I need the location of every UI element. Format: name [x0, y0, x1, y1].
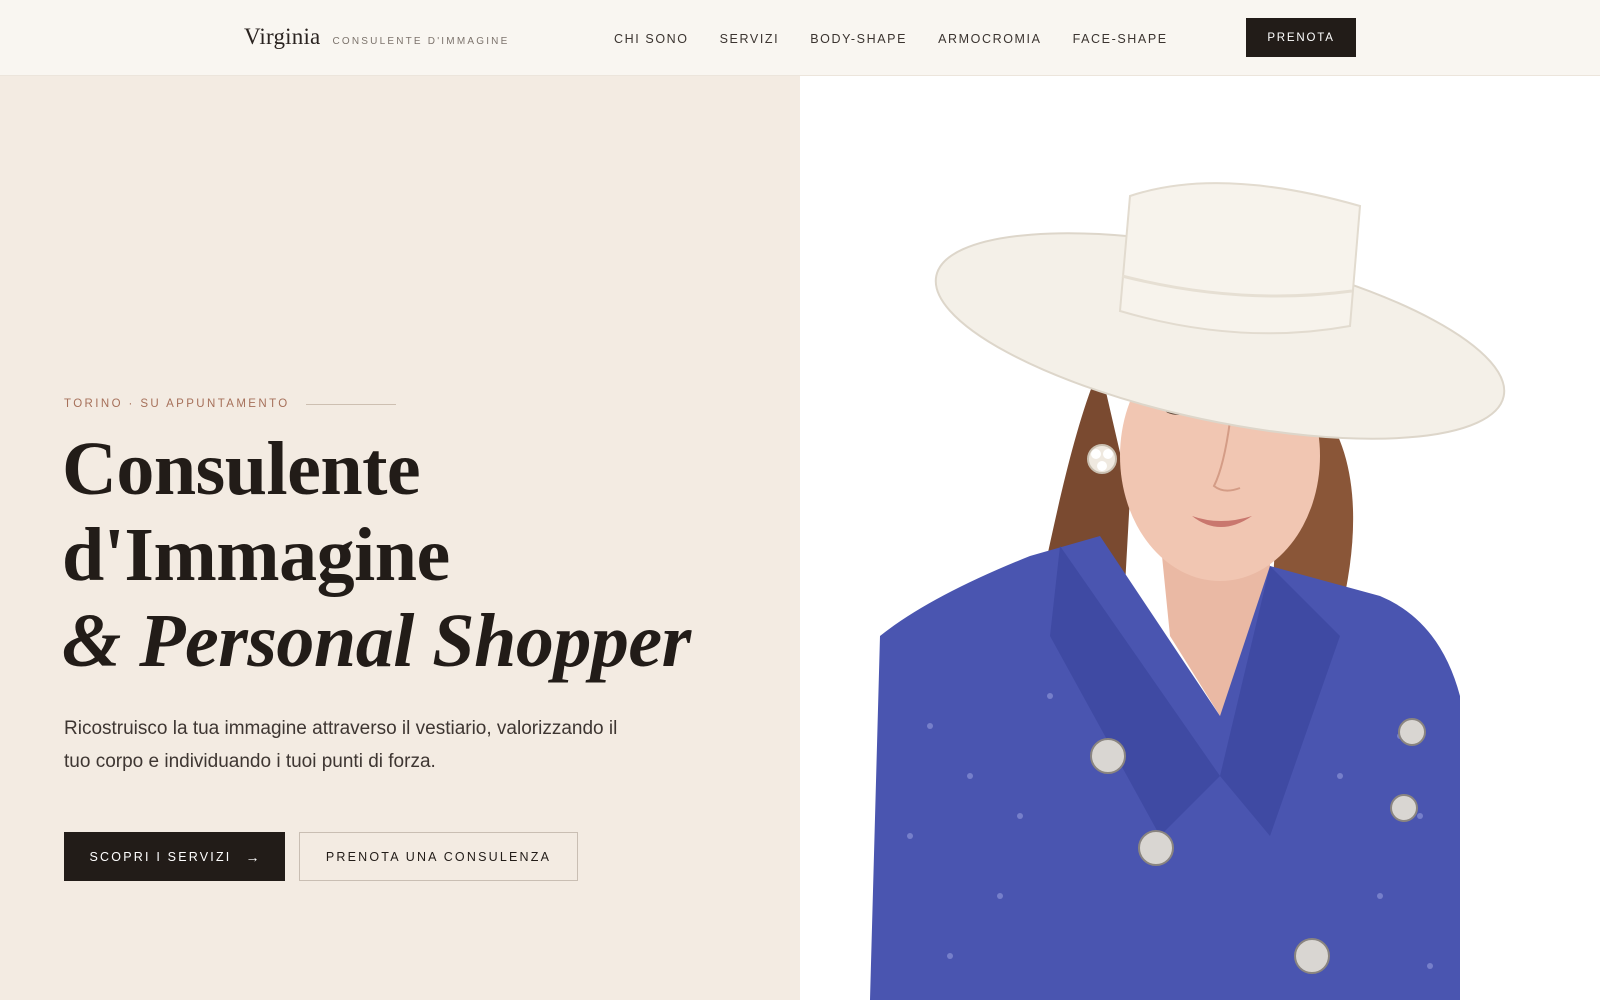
arrow-right-icon: → — [245, 848, 260, 865]
hero-title-line-2: d'Immagine — [62, 513, 450, 597]
nav-item-body-shape[interactable]: BODY-SHAPE — [810, 32, 907, 46]
nav-item-chi-sono[interactable]: CHI SONO — [614, 32, 689, 46]
scopri-servizi-button[interactable]: SCOPRI I SERVIZI → — [64, 832, 285, 881]
eyebrow-text: TORINO · SU APPUNTAMENTO — [64, 398, 290, 410]
eyebrow-divider — [305, 403, 396, 405]
prenota-button[interactable]: PRENOTA — [1246, 18, 1356, 57]
scopri-servizi-label: SCOPRI I SERVIZI — [89, 849, 232, 864]
hat-crown — [1118, 182, 1362, 335]
main-nav: CHI SONO SERVIZI BODY-SHAPE ARMOCROMIA F… — [614, 32, 1199, 46]
nav-item-armocromia[interactable]: ARMOCROMIA — [938, 32, 1042, 46]
hero-title: Consulente d'Immagine & Personal Shopper — [62, 426, 691, 684]
brand-name[interactable]: Virginia — [244, 24, 320, 50]
hero-image-panel — [800, 76, 1600, 1000]
hero-title-line-3: & Personal Shopper — [62, 599, 691, 683]
prenota-consulenza-button[interactable]: PRENOTA UNA CONSULENZA — [299, 832, 578, 881]
nav-item-face-shape[interactable]: FACE-SHAPE — [1073, 32, 1168, 46]
hero-text-panel: TORINO · SU APPUNTAMENTO Consulente d'Im… — [0, 76, 800, 1000]
hero-description: Ricostruisco la tua immagine attraverso … — [64, 718, 618, 772]
brand-tagline: CONSULENTE D'IMMAGINE — [332, 36, 510, 47]
hero-portrait-photo — [870, 182, 1506, 1000]
hero-title-line-1: Consulente — [62, 427, 421, 511]
brand-logo[interactable]: Virginia CONSULENTE D'IMMAGINE — [244, 24, 509, 50]
nav-item-servizi[interactable]: SERVIZI — [720, 32, 780, 46]
site-header: Virginia CONSULENTE D'IMMAGINE CHI SONO … — [0, 0, 1600, 76]
hero-eyebrow: TORINO · SU APPUNTAMENTO — [64, 398, 396, 410]
